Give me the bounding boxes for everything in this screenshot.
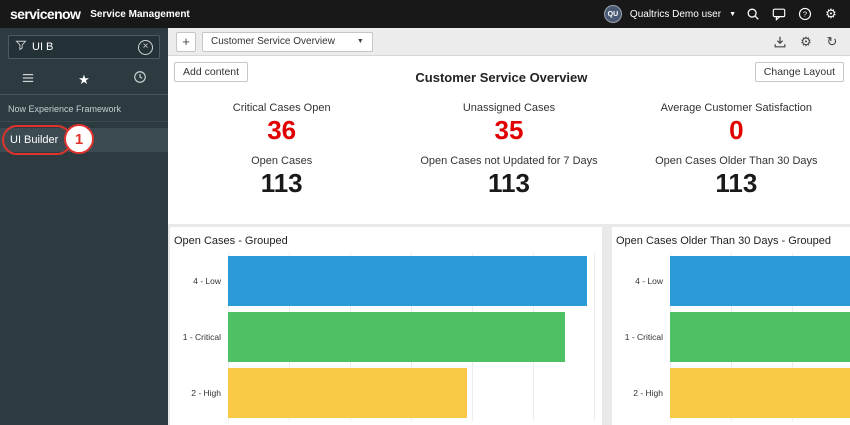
tab-history[interactable] bbox=[112, 65, 168, 94]
bar-2-high[interactable] bbox=[670, 368, 850, 418]
user-menu[interactable]: Qualtrics Demo user bbox=[630, 9, 721, 20]
metric-value: 36 bbox=[168, 116, 395, 145]
bar-track bbox=[228, 365, 602, 421]
dashboard-canvas: Add content Customer Service Overview Ch… bbox=[168, 56, 850, 425]
chart-open-cases-older-30-grouped: Open Cases Older Than 30 Days - Grouped … bbox=[612, 227, 850, 425]
chevron-down-icon: ▼ bbox=[357, 38, 364, 45]
product-name: Service Management bbox=[90, 9, 190, 20]
canvas-header: Add content Customer Service Overview Ch… bbox=[168, 56, 850, 85]
sidebar-item-ui-builder[interactable]: UI Builder ✎ 1 bbox=[0, 128, 168, 152]
bar-row: 2 - High bbox=[612, 365, 850, 421]
add-content-button[interactable]: Add content bbox=[174, 62, 248, 82]
change-layout-button[interactable]: Change Layout bbox=[755, 62, 844, 82]
avatar[interactable]: QU bbox=[604, 5, 622, 23]
bar-category-label: 4 - Low bbox=[612, 253, 670, 309]
metric-unassigned-cases[interactable]: Unassigned Cases 35 bbox=[395, 95, 622, 148]
bar-row: 1 - Critical bbox=[170, 309, 602, 365]
chat-icon[interactable] bbox=[770, 5, 788, 23]
bar-track bbox=[670, 309, 850, 365]
bar-track bbox=[670, 253, 850, 309]
bar-track bbox=[228, 309, 602, 365]
bar-4-low[interactable] bbox=[228, 256, 587, 306]
tab-favorites[interactable]: ★ bbox=[56, 65, 112, 94]
bar-2-high[interactable] bbox=[228, 368, 467, 418]
metric-value: 113 bbox=[395, 169, 622, 198]
navigator-section-label: Now Experience Framework bbox=[0, 95, 168, 122]
clear-filter-icon[interactable]: × bbox=[138, 40, 153, 55]
metric-open-cases-older-30[interactable]: Open Cases Older Than 30 Days 113 bbox=[623, 148, 850, 201]
filter-icon bbox=[15, 38, 27, 56]
dashboard-select-value: Customer Service Overview bbox=[211, 36, 335, 47]
metric-open-cases[interactable]: Open Cases 113 bbox=[168, 148, 395, 201]
navigator-filter: × bbox=[8, 35, 160, 59]
chart-title: Open Cases Older Than 30 Days - Grouped bbox=[612, 227, 850, 251]
bar-1-critical[interactable] bbox=[670, 312, 850, 362]
bar-row: 2 - High bbox=[170, 365, 602, 421]
sidebar-item-label: UI Builder bbox=[10, 134, 58, 146]
app-root: servicenow Service Management QU Qualtri… bbox=[0, 0, 850, 425]
navigator-tabs: ★ bbox=[0, 65, 168, 95]
bar-chart-plot: 4 - Low1 - Critical2 - High bbox=[170, 251, 602, 425]
metric-value: 113 bbox=[623, 169, 850, 198]
app-navigator-sidebar: × ★ Now Experience Framework UI Builder … bbox=[0, 28, 168, 425]
tab-all-applications[interactable] bbox=[0, 65, 56, 94]
metric-value: 113 bbox=[168, 169, 395, 198]
help-icon[interactable]: ? bbox=[796, 5, 814, 23]
search-icon[interactable] bbox=[744, 5, 762, 23]
metric-label: Open Cases Older Than 30 Days bbox=[623, 155, 850, 167]
export-dashboard-icon[interactable] bbox=[770, 32, 790, 52]
metric-label: Open Cases bbox=[168, 155, 395, 167]
metric-label: Average Customer Satisfaction bbox=[623, 102, 850, 114]
dashboard-toolbar: + Customer Service Overview ▼ ⚙ ↻ bbox=[168, 28, 850, 56]
charts-row: Open Cases - Grouped 4 - Low1 - Critical… bbox=[168, 224, 850, 425]
metric-value: 35 bbox=[395, 116, 622, 145]
bar-category-label: 1 - Critical bbox=[170, 309, 228, 365]
metric-label: Critical Cases Open bbox=[168, 102, 395, 114]
bar-category-label: 1 - Critical bbox=[612, 309, 670, 365]
chart-open-cases-grouped: Open Cases - Grouped 4 - Low1 - Critical… bbox=[170, 227, 602, 425]
metric-label: Unassigned Cases bbox=[395, 102, 622, 114]
star-icon: ★ bbox=[78, 72, 90, 88]
bar-row: 4 - Low bbox=[170, 253, 602, 309]
chart-title: Open Cases - Grouped bbox=[170, 227, 602, 251]
bar-category-label: 2 - High bbox=[170, 365, 228, 421]
navigator-filter-input[interactable] bbox=[32, 41, 133, 53]
metric-critical-cases-open[interactable]: Critical Cases Open 36 bbox=[168, 95, 395, 148]
menu-list-icon bbox=[21, 71, 35, 89]
metric-value: 0 bbox=[623, 116, 850, 145]
refresh-icon[interactable]: ↻ bbox=[822, 32, 842, 52]
bar-category-label: 2 - High bbox=[612, 365, 670, 421]
bar-chart-plot: 4 - Low1 - Critical2 - High bbox=[612, 251, 850, 425]
clock-icon bbox=[133, 70, 147, 89]
top-header: servicenow Service Management QU Qualtri… bbox=[0, 0, 850, 28]
main-content: + Customer Service Overview ▼ ⚙ ↻ Add co… bbox=[168, 28, 850, 425]
chevron-down-icon[interactable]: ▼ bbox=[729, 11, 736, 18]
gear-icon[interactable]: ⚙ bbox=[822, 5, 840, 23]
servicenow-logo: servicenow bbox=[10, 6, 80, 22]
bar-track bbox=[228, 253, 602, 309]
bar-track bbox=[670, 365, 850, 421]
metric-average-customer-satisfaction[interactable]: Average Customer Satisfaction 0 bbox=[623, 95, 850, 148]
dashboard-settings-icon[interactable]: ⚙ bbox=[796, 32, 816, 52]
bar-4-low[interactable] bbox=[670, 256, 850, 306]
annotation-step-marker: 1 bbox=[64, 124, 94, 154]
metrics-grid: Critical Cases Open 36 Unassigned Cases … bbox=[168, 95, 850, 200]
metric-label: Open Cases not Updated for 7 Days bbox=[395, 155, 622, 167]
bar-row: 4 - Low bbox=[612, 253, 850, 309]
dashboard-select[interactable]: Customer Service Overview ▼ bbox=[202, 32, 373, 52]
bar-category-label: 4 - Low bbox=[170, 253, 228, 309]
svg-text:?: ? bbox=[803, 10, 807, 19]
metric-open-cases-not-updated[interactable]: Open Cases not Updated for 7 Days 113 bbox=[395, 148, 622, 201]
bar-row: 1 - Critical bbox=[612, 309, 850, 365]
bar-1-critical[interactable] bbox=[228, 312, 565, 362]
page-title: Customer Service Overview bbox=[248, 70, 755, 85]
add-tab-button[interactable]: + bbox=[176, 32, 196, 52]
